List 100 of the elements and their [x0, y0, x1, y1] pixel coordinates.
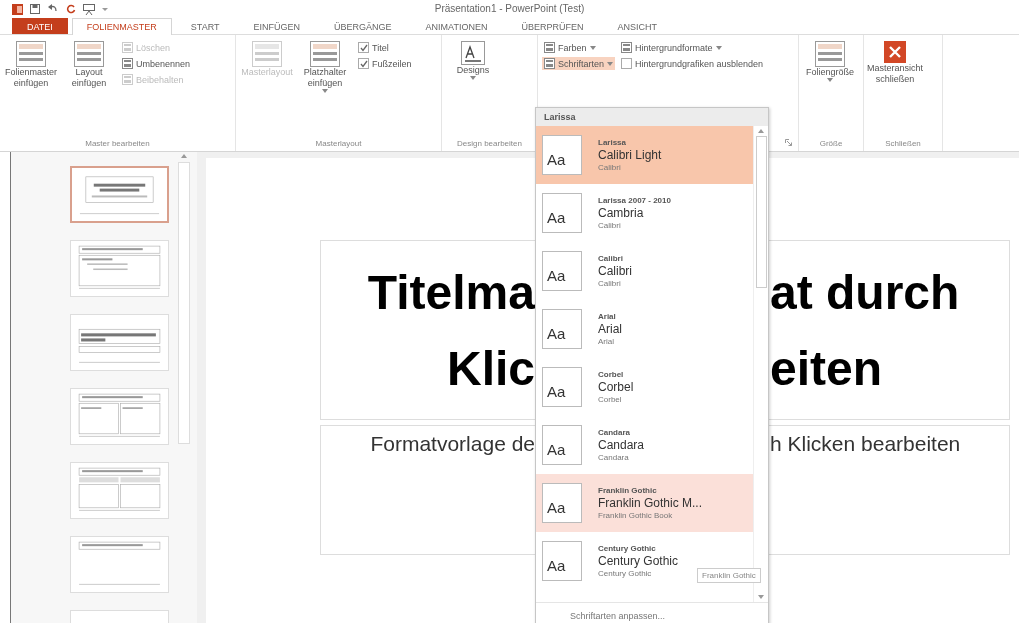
font-preview: Aa [542, 425, 582, 465]
subtitle-text: h Klicken bearbeiten [770, 432, 962, 456]
app-icon[interactable] [12, 3, 23, 15]
font-option[interactable]: Aa Calibri Calibri Calibri [536, 242, 753, 300]
slide-layout-icon [310, 41, 340, 67]
presentation-icon[interactable] [83, 3, 95, 15]
caret-icon[interactable] [102, 6, 108, 12]
ribbon-button[interactable]: Umbenennen [120, 57, 193, 70]
heading-font-name: Cambria [598, 206, 645, 220]
caret-icon [322, 89, 328, 93]
ribbon-tab[interactable]: ANSICHT [602, 18, 672, 34]
slide-thumbnail[interactable] [70, 536, 169, 593]
group-label: Master bearbeiten [85, 138, 150, 148]
slide-title-text: Titelma [366, 264, 535, 320]
save-icon[interactable] [30, 4, 40, 14]
ribbon-tab[interactable]: ÜBERGÄNGE [319, 18, 407, 34]
ribbon-button[interactable]: Foliengröße [803, 39, 857, 84]
layout-icon [122, 58, 133, 69]
font-option[interactable]: Aa Franklin Gothic Franklin Gothic M... Franklin Gothic Book [536, 474, 753, 532]
subtitle-text: Formatvorlage de [369, 432, 535, 456]
heading-font-name: Calibri [598, 264, 632, 278]
ribbon-tab[interactable]: EINFÜGEN [238, 18, 316, 34]
scroll-down-icon[interactable] [757, 594, 765, 600]
font-preview: Aa [542, 483, 582, 523]
scrollbar-thumb[interactable] [755, 136, 767, 288]
tooltip: Franklin Gothic [697, 568, 761, 583]
body-font-name: Arial [598, 337, 615, 346]
ribbon-tab[interactable]: START [175, 18, 235, 34]
body-font-name: Franklin Gothic Book [598, 511, 674, 520]
caret-icon [470, 76, 476, 80]
caret-icon [589, 45, 596, 50]
slide-title-text: eiten [770, 340, 884, 396]
ribbon-button[interactable]: Masteransicht schließen [868, 39, 922, 87]
theme-icon [461, 41, 485, 65]
ribbon-button[interactable]: Schriftarten [542, 57, 616, 70]
font-set-name: Century Gothic [598, 544, 657, 553]
checkbox-box[interactable] [358, 58, 369, 69]
font-option[interactable]: Aa Larissa 2007 - 2010 Cambria Calibri [536, 184, 753, 242]
font-preview: Aa [542, 541, 582, 581]
slide-title-text: Klic [445, 340, 535, 396]
font-set-name: Corbel [598, 370, 625, 379]
dialog-launcher-icon[interactable] [785, 139, 792, 146]
ribbon-tab[interactable]: ÜBERPRÜFEN [506, 18, 599, 34]
slide-thumbnail[interactable] [70, 462, 169, 519]
slide-thumbnail[interactable] [70, 388, 169, 445]
slide-layout-icon [815, 41, 845, 67]
font-set-name: Candara [598, 428, 631, 437]
scrollbar-thumb[interactable] [178, 162, 190, 444]
slide-title-text: at durch [770, 264, 961, 320]
slide-thumbnail[interactable] [70, 240, 169, 297]
ribbon-button[interactable]: Hintergrundformate [619, 41, 766, 54]
font-set-name: Calibri [598, 254, 624, 263]
ribbon-button[interactable]: Folienmaster einfügen [4, 39, 58, 91]
body-font-name: Calibri [598, 163, 622, 172]
slide-thumbnail[interactable] [70, 314, 169, 371]
checkbox-label: Titel [372, 42, 389, 53]
ribbon-button[interactable]: Platzhalter einfügen [298, 39, 352, 95]
slide-thumbnail[interactable] [70, 166, 169, 223]
heading-font-name: Franklin Gothic M... [598, 496, 703, 510]
menu-header: Larissa [536, 108, 768, 126]
menu-item[interactable]: Schriftarten anpassen... [536, 602, 768, 623]
close-icon [884, 41, 906, 63]
heading-font-name: Corbel [598, 380, 634, 394]
redo-icon[interactable] [66, 4, 76, 14]
heading-font-name: Arial [598, 322, 622, 336]
checkbox-box[interactable] [358, 42, 369, 53]
layout-icon [544, 58, 555, 69]
font-set-name: Arial [598, 312, 617, 321]
undo-icon[interactable] [47, 4, 59, 14]
group-label: Schließen [885, 138, 921, 148]
ribbon-tab[interactable]: FOLIENMASTER [71, 18, 172, 35]
font-option[interactable]: Aa Larissa Calibri Light Calibri [536, 126, 753, 184]
slide-layout-icon [74, 41, 104, 67]
slide-layout-icon [252, 41, 282, 67]
heading-font-name: Calibri Light [598, 148, 662, 162]
font-preview: Aa [542, 309, 582, 349]
caret-icon [715, 45, 722, 50]
body-font-name: Corbel [598, 395, 623, 404]
ribbon-button[interactable]: Designs [446, 39, 500, 82]
body-font-name: Candara [598, 453, 630, 462]
ribbon-button[interactable]: Layout einfügen [62, 39, 116, 91]
checkbox-box[interactable] [621, 58, 633, 69]
layout-icon [544, 42, 555, 53]
font-set-name: Larissa 2007 - 2010 [598, 196, 671, 205]
font-preview: Aa [542, 193, 582, 233]
file-tab[interactable]: DATEI [12, 18, 68, 34]
font-preview: Aa [542, 367, 582, 407]
heading-font-name: Candara [598, 438, 645, 452]
window-title: Präsentation1 - PowerPoint (Test) [434, 3, 585, 14]
font-set-name: Larissa [598, 138, 628, 147]
slide-layout-icon [16, 41, 46, 67]
body-font-name: Calibri [598, 221, 622, 230]
layout-icon [122, 42, 133, 53]
ribbon-button[interactable]: Farben [542, 41, 616, 54]
font-option[interactable]: Aa Arial Arial Arial [536, 300, 753, 358]
scroll-up-icon[interactable] [757, 128, 765, 134]
font-option[interactable]: Aa Corbel Corbel Corbel [536, 358, 753, 416]
ribbon-tab[interactable]: ANIMATIONEN [410, 18, 503, 34]
group-label: Masterlayout [315, 138, 362, 148]
checkbox-label: Hintergrundgrafiken ausblenden [635, 58, 764, 69]
